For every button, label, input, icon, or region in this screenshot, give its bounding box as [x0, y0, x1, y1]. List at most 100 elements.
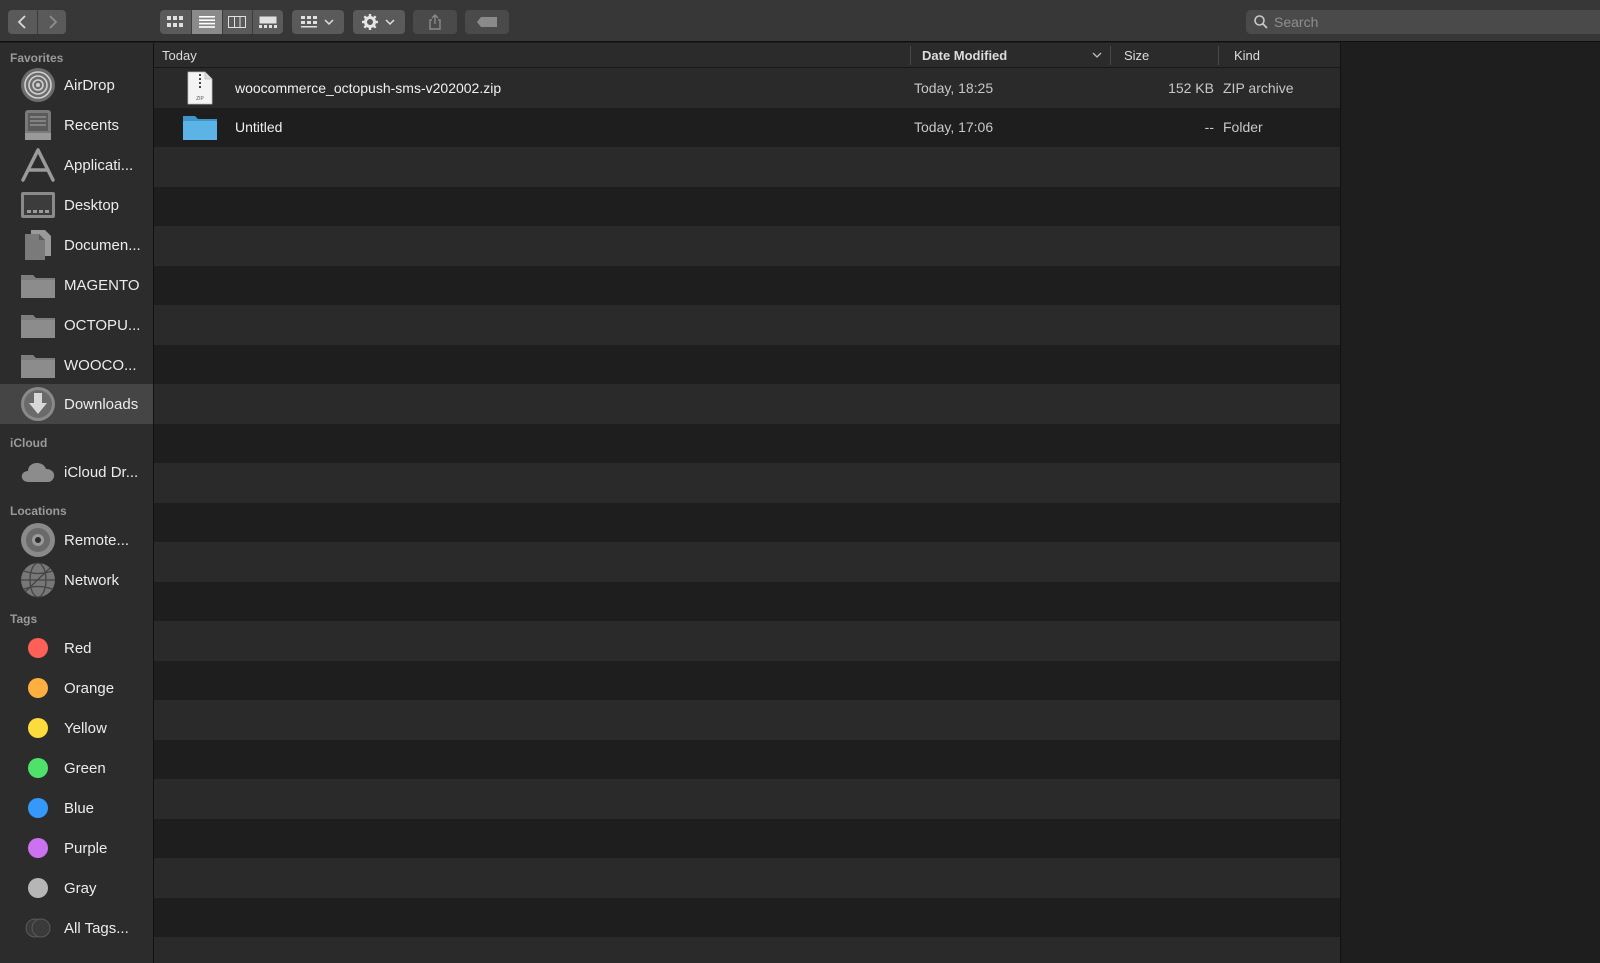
group-by-button[interactable] — [292, 10, 344, 34]
file-row[interactable]: ZIP woocommerce_octopush-sms-v202002.zip… — [154, 68, 1340, 108]
sidebar-item-tag-blue[interactable]: Blue — [0, 788, 153, 828]
column-header-date-modified[interactable]: Date Modified — [922, 43, 1112, 68]
sort-chevron-down-icon — [1092, 52, 1102, 58]
sidebar-item-all-tags[interactable]: All Tags... — [0, 908, 153, 948]
empty-row — [154, 581, 1340, 621]
forward-button[interactable] — [37, 10, 66, 34]
sidebar-item-magento[interactable]: MAGENTO — [0, 265, 153, 305]
sidebar-item-label: OCTOPU... — [64, 316, 141, 334]
file-rows: ZIP woocommerce_octopush-sms-v202002.zip… — [154, 68, 1340, 963]
gallery-view-button[interactable] — [252, 10, 283, 34]
column-header-size[interactable]: Size — [1124, 43, 1149, 68]
empty-row — [154, 502, 1340, 542]
tag-dot — [28, 718, 48, 738]
column-divider[interactable] — [1218, 46, 1219, 65]
file-list: Today Date Modified Size Kind ZIP woocom… — [154, 43, 1340, 963]
documents-icon — [19, 226, 57, 264]
tag-dot — [28, 758, 48, 778]
list-view-button[interactable] — [190, 10, 222, 34]
finder-window: Favorites AirDrop — [0, 0, 1600, 963]
sidebar-item-label: Yellow — [64, 719, 107, 737]
sidebar-item-airdrop[interactable]: AirDrop — [0, 65, 153, 105]
tag-dot — [28, 878, 48, 898]
sidebar-item-label: iCloud Dr... — [64, 463, 139, 481]
empty-row — [154, 305, 1340, 345]
search-input[interactable] — [1274, 14, 1574, 30]
empty-row — [154, 779, 1340, 819]
column-divider[interactable] — [910, 46, 911, 65]
sidebar-item-tag-yellow[interactable]: Yellow — [0, 708, 153, 748]
file-date-modified: Today, 18:25 — [914, 79, 994, 96]
sidebar-item-woocommerce[interactable]: WOOCO... — [0, 345, 153, 385]
file-row[interactable]: Untitled Today, 17:06 -- Folder — [154, 107, 1340, 147]
tag-red-icon — [19, 629, 57, 667]
sidebar-item-documents[interactable]: Documen... — [0, 225, 153, 265]
sidebar-item-tag-gray[interactable]: Gray — [0, 868, 153, 908]
column-header: Today Date Modified Size Kind — [154, 43, 1340, 68]
sidebar-item-label: Applicati... — [64, 156, 134, 174]
folder-icon — [19, 346, 57, 384]
column-header-date-label: Date Modified — [922, 48, 1008, 63]
empty-row — [154, 897, 1340, 937]
tag-dot — [28, 838, 48, 858]
sidebar-item-desktop[interactable]: Desktop — [0, 185, 153, 225]
navigation-buttons — [8, 10, 66, 34]
sidebar-item-network[interactable]: Network — [0, 560, 153, 600]
back-button[interactable] — [8, 10, 37, 34]
column-header-name[interactable]: Today — [162, 43, 197, 68]
sidebar: Favorites AirDrop Recents Applicati... D… — [0, 43, 154, 963]
empty-row — [154, 226, 1340, 266]
empty-row — [154, 463, 1340, 503]
empty-row — [154, 384, 1340, 424]
tag-icon — [477, 17, 497, 27]
disc-icon — [19, 521, 57, 559]
network-icon — [19, 561, 57, 599]
sidebar-item-label: Downloads — [64, 395, 139, 413]
folder-icon — [19, 266, 57, 304]
file-kind: ZIP archive — [1223, 79, 1294, 96]
sidebar-item-octopush[interactable]: OCTOPU... — [0, 305, 153, 345]
empty-row — [154, 660, 1340, 700]
folder-icon — [19, 306, 57, 344]
sidebar-item-label: MAGENTO — [64, 276, 140, 294]
sidebar-item-label: Blue — [64, 799, 95, 817]
search-field[interactable] — [1246, 10, 1600, 34]
gear-icon — [362, 14, 395, 30]
column-header-kind[interactable]: Kind — [1234, 43, 1260, 68]
sidebar-item-tag-red[interactable]: Red — [0, 628, 153, 668]
share-button[interactable] — [413, 10, 457, 34]
sidebar-item-label: Remote... — [64, 531, 130, 549]
all-tags-icon — [19, 909, 57, 947]
sidebar-item-tag-green[interactable]: Green — [0, 748, 153, 788]
empty-row — [154, 621, 1340, 661]
sidebar-item-label: Purple — [64, 839, 108, 857]
empty-row — [154, 344, 1340, 384]
sidebar-item-label: Red — [64, 639, 92, 657]
sidebar-item-label: Orange — [64, 679, 115, 697]
chevron-left-icon — [17, 15, 26, 29]
tag-gray-icon — [19, 869, 57, 907]
sidebar-item-icloud-drive[interactable]: iCloud Dr... — [0, 452, 153, 492]
sidebar-item-tag-orange[interactable]: Orange — [0, 668, 153, 708]
sidebar-item-recents[interactable]: Recents — [0, 105, 153, 145]
file-name: Untitled — [235, 119, 283, 136]
empty-row — [154, 818, 1340, 858]
sidebar-item-label: Green — [64, 759, 106, 777]
sidebar-item-tag-purple[interactable]: Purple — [0, 828, 153, 868]
empty-row — [154, 265, 1340, 305]
icon-view-button[interactable] — [160, 10, 191, 34]
sidebar-item-applications[interactable]: Applicati... — [0, 145, 153, 185]
action-menu-button[interactable] — [353, 10, 405, 34]
column-divider[interactable] — [1110, 46, 1111, 65]
search-icon — [1254, 15, 1268, 29]
downloads-icon — [19, 385, 57, 423]
empty-row — [154, 700, 1340, 740]
tag-dot — [28, 638, 48, 658]
tag-dot — [28, 798, 48, 818]
sidebar-item-label: Documen... — [64, 236, 141, 254]
edit-tags-button[interactable] — [465, 10, 509, 34]
tag-purple-icon — [19, 829, 57, 867]
column-view-button[interactable] — [221, 10, 253, 34]
sidebar-item-downloads[interactable]: Downloads — [0, 384, 153, 424]
sidebar-item-remote-disc[interactable]: Remote... — [0, 520, 153, 560]
